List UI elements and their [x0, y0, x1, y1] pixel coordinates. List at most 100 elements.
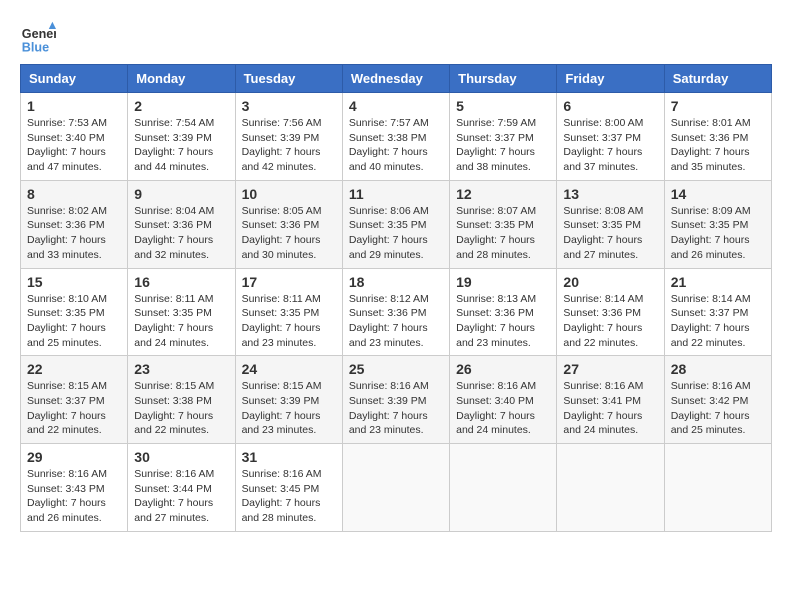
day-number: 14 — [671, 186, 765, 202]
calendar-cell: 4 Sunrise: 7:57 AM Sunset: 3:38 PM Daylig… — [342, 93, 449, 181]
calendar-cell: 22 Sunrise: 8:15 AM Sunset: 3:37 PM Dayli… — [21, 356, 128, 444]
calendar-cell — [664, 444, 771, 532]
calendar-cell: 9 Sunrise: 8:04 AM Sunset: 3:36 PM Daylig… — [128, 180, 235, 268]
day-number: 24 — [242, 361, 336, 377]
calendar-cell: 12 Sunrise: 8:07 AM Sunset: 3:35 PM Dayli… — [450, 180, 557, 268]
calendar-cell: 27 Sunrise: 8:16 AM Sunset: 3:41 PM Dayli… — [557, 356, 664, 444]
day-content: Sunrise: 8:12 AM Sunset: 3:36 PM Dayligh… — [349, 292, 443, 351]
day-content: Sunrise: 7:57 AM Sunset: 3:38 PM Dayligh… — [349, 116, 443, 175]
day-content: Sunrise: 8:06 AM Sunset: 3:35 PM Dayligh… — [349, 204, 443, 263]
week-row-4: 22 Sunrise: 8:15 AM Sunset: 3:37 PM Dayli… — [21, 356, 772, 444]
header: General Blue — [20, 20, 772, 56]
day-content: Sunrise: 8:14 AM Sunset: 3:37 PM Dayligh… — [671, 292, 765, 351]
day-number: 7 — [671, 98, 765, 114]
week-row-1: 1 Sunrise: 7:53 AM Sunset: 3:40 PM Daylig… — [21, 93, 772, 181]
day-content: Sunrise: 8:16 AM Sunset: 3:39 PM Dayligh… — [349, 379, 443, 438]
calendar-cell: 1 Sunrise: 7:53 AM Sunset: 3:40 PM Daylig… — [21, 93, 128, 181]
day-content: Sunrise: 8:04 AM Sunset: 3:36 PM Dayligh… — [134, 204, 228, 263]
calendar-cell: 21 Sunrise: 8:14 AM Sunset: 3:37 PM Dayli… — [664, 268, 771, 356]
day-number: 11 — [349, 186, 443, 202]
day-content: Sunrise: 8:16 AM Sunset: 3:45 PM Dayligh… — [242, 467, 336, 526]
day-content: Sunrise: 8:08 AM Sunset: 3:35 PM Dayligh… — [563, 204, 657, 263]
day-number: 25 — [349, 361, 443, 377]
day-content: Sunrise: 8:09 AM Sunset: 3:35 PM Dayligh… — [671, 204, 765, 263]
day-content: Sunrise: 8:15 AM Sunset: 3:37 PM Dayligh… — [27, 379, 121, 438]
day-content: Sunrise: 8:01 AM Sunset: 3:36 PM Dayligh… — [671, 116, 765, 175]
day-content: Sunrise: 8:15 AM Sunset: 3:39 PM Dayligh… — [242, 379, 336, 438]
day-number: 10 — [242, 186, 336, 202]
day-number: 4 — [349, 98, 443, 114]
day-content: Sunrise: 8:02 AM Sunset: 3:36 PM Dayligh… — [27, 204, 121, 263]
week-row-2: 8 Sunrise: 8:02 AM Sunset: 3:36 PM Daylig… — [21, 180, 772, 268]
week-row-5: 29 Sunrise: 8:16 AM Sunset: 3:43 PM Dayli… — [21, 444, 772, 532]
week-row-3: 15 Sunrise: 8:10 AM Sunset: 3:35 PM Dayli… — [21, 268, 772, 356]
calendar-cell: 23 Sunrise: 8:15 AM Sunset: 3:38 PM Dayli… — [128, 356, 235, 444]
calendar-cell: 16 Sunrise: 8:11 AM Sunset: 3:35 PM Dayli… — [128, 268, 235, 356]
day-number: 23 — [134, 361, 228, 377]
header-day-friday: Friday — [557, 65, 664, 93]
day-number: 19 — [456, 274, 550, 290]
calendar-cell: 10 Sunrise: 8:05 AM Sunset: 3:36 PM Dayli… — [235, 180, 342, 268]
calendar-header: SundayMondayTuesdayWednesdayThursdayFrid… — [21, 65, 772, 93]
day-number: 18 — [349, 274, 443, 290]
calendar-cell: 6 Sunrise: 8:00 AM Sunset: 3:37 PM Daylig… — [557, 93, 664, 181]
day-number: 12 — [456, 186, 550, 202]
logo-icon: General Blue — [20, 20, 56, 56]
calendar-cell: 24 Sunrise: 8:15 AM Sunset: 3:39 PM Dayli… — [235, 356, 342, 444]
calendar-cell: 15 Sunrise: 8:10 AM Sunset: 3:35 PM Dayli… — [21, 268, 128, 356]
day-content: Sunrise: 8:11 AM Sunset: 3:35 PM Dayligh… — [242, 292, 336, 351]
calendar-cell: 5Sunrise: 7:59 AM Sunset: 3:37 PM Daylig… — [450, 93, 557, 181]
day-content: Sunrise: 8:16 AM Sunset: 3:40 PM Dayligh… — [456, 379, 550, 438]
header-day-monday: Monday — [128, 65, 235, 93]
day-number: 20 — [563, 274, 657, 290]
calendar-cell — [557, 444, 664, 532]
day-number: 22 — [27, 361, 121, 377]
day-content: Sunrise: 8:14 AM Sunset: 3:36 PM Dayligh… — [563, 292, 657, 351]
day-content: Sunrise: 8:13 AM Sunset: 3:36 PM Dayligh… — [456, 292, 550, 351]
day-number: 1 — [27, 98, 121, 114]
day-number: 9 — [134, 186, 228, 202]
day-number: 29 — [27, 449, 121, 465]
day-number: 30 — [134, 449, 228, 465]
calendar-table: SundayMondayTuesdayWednesdayThursdayFrid… — [20, 64, 772, 532]
day-number: 21 — [671, 274, 765, 290]
day-content: Sunrise: 8:00 AM Sunset: 3:37 PM Dayligh… — [563, 116, 657, 175]
day-number: 17 — [242, 274, 336, 290]
calendar-cell: 7 Sunrise: 8:01 AM Sunset: 3:36 PM Daylig… — [664, 93, 771, 181]
header-day-wednesday: Wednesday — [342, 65, 449, 93]
day-number: 3 — [242, 98, 336, 114]
svg-text:Blue: Blue — [22, 41, 49, 55]
day-number: 26 — [456, 361, 550, 377]
day-content: Sunrise: 8:05 AM Sunset: 3:36 PM Dayligh… — [242, 204, 336, 263]
day-content: Sunrise: 7:53 AM Sunset: 3:40 PM Dayligh… — [27, 116, 121, 175]
day-content: Sunrise: 8:15 AM Sunset: 3:38 PM Dayligh… — [134, 379, 228, 438]
day-number: 16 — [134, 274, 228, 290]
calendar-cell: 18 Sunrise: 8:12 AM Sunset: 3:36 PM Dayli… — [342, 268, 449, 356]
day-content: Sunrise: 8:16 AM Sunset: 3:41 PM Dayligh… — [563, 379, 657, 438]
calendar-cell: 19 Sunrise: 8:13 AM Sunset: 3:36 PM Dayli… — [450, 268, 557, 356]
day-content: Sunrise: 7:56 AM Sunset: 3:39 PM Dayligh… — [242, 116, 336, 175]
day-content: Sunrise: 7:54 AM Sunset: 3:39 PM Dayligh… — [134, 116, 228, 175]
calendar-cell — [450, 444, 557, 532]
day-number: 8 — [27, 186, 121, 202]
header-day-tuesday: Tuesday — [235, 65, 342, 93]
day-content: Sunrise: 8:16 AM Sunset: 3:43 PM Dayligh… — [27, 467, 121, 526]
day-number: 5 — [456, 98, 550, 114]
day-content: Sunrise: 8:07 AM Sunset: 3:35 PM Dayligh… — [456, 204, 550, 263]
header-row: SundayMondayTuesdayWednesdayThursdayFrid… — [21, 65, 772, 93]
calendar-cell: 31 Sunrise: 8:16 AM Sunset: 3:45 PM Dayli… — [235, 444, 342, 532]
day-content: Sunrise: 8:16 AM Sunset: 3:44 PM Dayligh… — [134, 467, 228, 526]
calendar-cell: 14 Sunrise: 8:09 AM Sunset: 3:35 PM Dayli… — [664, 180, 771, 268]
day-content: Sunrise: 8:11 AM Sunset: 3:35 PM Dayligh… — [134, 292, 228, 351]
day-content: Sunrise: 8:10 AM Sunset: 3:35 PM Dayligh… — [27, 292, 121, 351]
day-number: 13 — [563, 186, 657, 202]
svg-text:General: General — [22, 27, 56, 41]
calendar-cell: 30 Sunrise: 8:16 AM Sunset: 3:44 PM Dayli… — [128, 444, 235, 532]
calendar-cell: 11 Sunrise: 8:06 AM Sunset: 3:35 PM Dayli… — [342, 180, 449, 268]
day-number: 27 — [563, 361, 657, 377]
day-content: Sunrise: 8:16 AM Sunset: 3:42 PM Dayligh… — [671, 379, 765, 438]
day-number: 15 — [27, 274, 121, 290]
calendar-cell — [342, 444, 449, 532]
day-number: 31 — [242, 449, 336, 465]
day-number: 6 — [563, 98, 657, 114]
